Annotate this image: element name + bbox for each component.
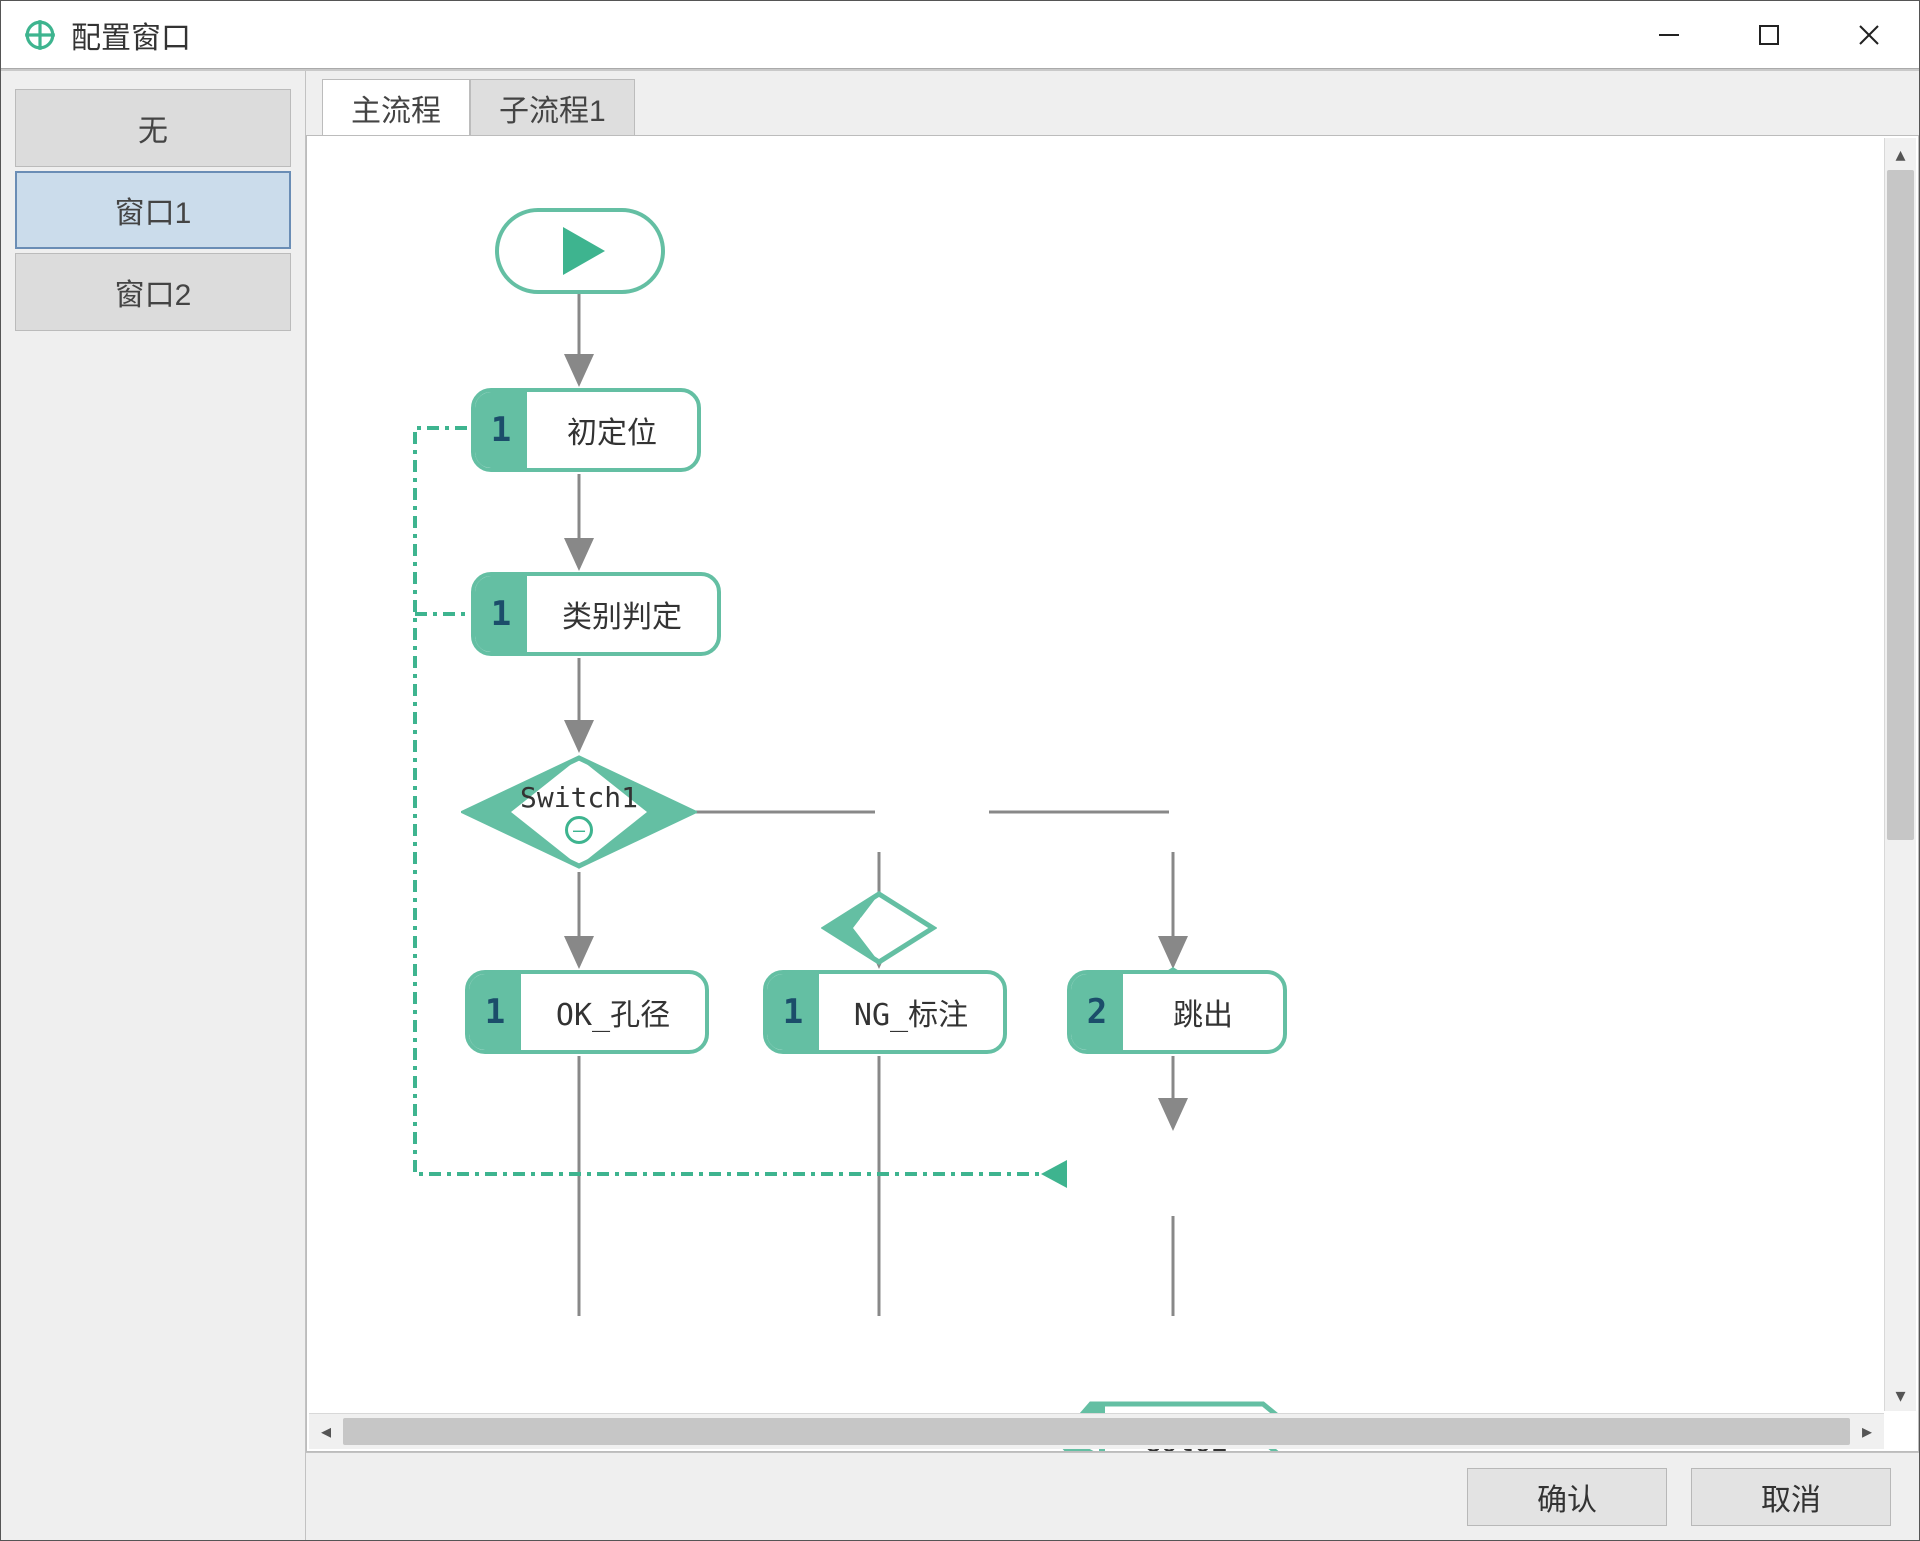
vertical-scrollbar[interactable]: ▴ ▾ bbox=[1884, 138, 1916, 1411]
scroll-thumb[interactable] bbox=[1887, 170, 1914, 840]
flowchart-canvas[interactable]: 1 初定位 1 类别判定 bbox=[306, 135, 1919, 1452]
tabs: 主流程 子流程1 bbox=[322, 79, 1919, 135]
scroll-down-icon[interactable]: ▾ bbox=[1885, 1379, 1916, 1411]
node-label: NG_标注 bbox=[819, 974, 1003, 1050]
node-label: OK_孔径 bbox=[521, 974, 705, 1050]
scroll-up-icon[interactable]: ▴ bbox=[1885, 138, 1916, 170]
cancel-button[interactable]: 取消 bbox=[1691, 1468, 1891, 1526]
node-label: 类别判定 bbox=[527, 576, 717, 652]
scroll-left-icon[interactable]: ◂ bbox=[309, 1414, 343, 1449]
maximize-button[interactable] bbox=[1719, 1, 1819, 68]
ok-button[interactable]: 确认 bbox=[1467, 1468, 1667, 1526]
switch-node-1[interactable]: Switch1 — bbox=[461, 754, 697, 870]
branch-number: 2 bbox=[795, 890, 937, 966]
minimize-icon bbox=[1656, 22, 1682, 48]
body: 无 窗口1 窗口2 主流程 子流程1 bbox=[1, 69, 1919, 1540]
scroll-right-icon[interactable]: ▸ bbox=[1850, 1414, 1884, 1449]
titlebar: 配置窗口 bbox=[1, 1, 1919, 69]
tab-main-flow[interactable]: 主流程 bbox=[322, 79, 470, 135]
window-title: 配置窗口 bbox=[71, 13, 1619, 57]
node-index: 1 bbox=[469, 974, 521, 1050]
node-index: 1 bbox=[475, 576, 527, 652]
sidebar: 无 窗口1 窗口2 bbox=[1, 71, 306, 1540]
config-window: 配置窗口 无 窗口1 窗口2 主流程 子流程1 bbox=[0, 0, 1920, 1541]
footer: 确认 取消 bbox=[306, 1452, 1919, 1540]
process-node-init-position[interactable]: 1 初定位 bbox=[471, 388, 701, 472]
close-icon bbox=[1856, 22, 1882, 48]
collapse-icon[interactable]: — bbox=[565, 816, 593, 844]
play-icon bbox=[563, 227, 605, 275]
node-index: 2 bbox=[1071, 974, 1123, 1050]
switch-label: Switch1 — bbox=[461, 754, 697, 870]
close-button[interactable] bbox=[1819, 1, 1919, 68]
scroll-thumb[interactable] bbox=[343, 1418, 1850, 1445]
minimize-button[interactable] bbox=[1619, 1, 1719, 68]
node-label: 跳出 bbox=[1123, 974, 1283, 1050]
window-controls bbox=[1619, 1, 1919, 68]
node-label: 初定位 bbox=[527, 392, 697, 468]
sidebar-item-window2[interactable]: 窗口2 bbox=[15, 253, 291, 331]
process-node-ok-diameter[interactable]: 1 OK_孔径 bbox=[465, 970, 709, 1054]
start-node[interactable] bbox=[495, 208, 665, 294]
sidebar-item-none[interactable]: 无 bbox=[15, 89, 291, 167]
main-area: 主流程 子流程1 bbox=[306, 71, 1919, 1540]
node-index: 1 bbox=[475, 392, 527, 468]
tab-sub-flow-1[interactable]: 子流程1 bbox=[470, 79, 635, 135]
process-node-class-judge[interactable]: 1 类别判定 bbox=[471, 572, 721, 656]
app-icon bbox=[23, 18, 57, 52]
branch-node-2[interactable]: 2 bbox=[821, 890, 937, 966]
sidebar-item-window1[interactable]: 窗口1 bbox=[15, 171, 291, 249]
horizontal-scrollbar[interactable]: ◂ ▸ bbox=[309, 1413, 1884, 1449]
node-index: 1 bbox=[767, 974, 819, 1050]
maximize-icon bbox=[1756, 22, 1782, 48]
process-node-ng-label[interactable]: 1 NG_标注 bbox=[763, 970, 1007, 1054]
process-node-jump-out[interactable]: 2 跳出 bbox=[1067, 970, 1287, 1054]
